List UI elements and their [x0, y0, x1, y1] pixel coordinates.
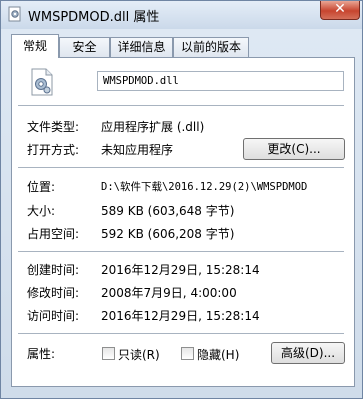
- dll-file-icon: [8, 6, 21, 22]
- created-label: 创建时间:: [27, 263, 80, 277]
- tab-details[interactable]: 详细信息: [110, 37, 173, 57]
- size-on-disk-label: 占用空间:: [27, 227, 80, 241]
- title-bar[interactable]: WMSPDMOD.dll 属性 ✕: [1, 1, 362, 29]
- size-label: 大小:: [27, 204, 56, 218]
- file-name-input[interactable]: [97, 71, 344, 91]
- separator: [18, 167, 344, 168]
- opens-with-value: 未知应用程序: [101, 143, 174, 157]
- attributes-label: 属性:: [27, 347, 56, 361]
- tab-general-label: 常规: [22, 39, 47, 53]
- hidden-checkbox[interactable]: [181, 347, 194, 360]
- advanced-button[interactable]: 高级(D)...: [271, 342, 345, 364]
- opens-with-label: 打开方式:: [27, 143, 80, 157]
- close-button[interactable]: ✕: [320, 1, 360, 20]
- change-button[interactable]: 更改(C)...: [243, 138, 345, 160]
- separator: [18, 333, 344, 334]
- separator: [18, 105, 344, 106]
- separator: [18, 251, 344, 252]
- tab-general[interactable]: 常规: [11, 34, 59, 58]
- tab-previous-versions-label: 以前的版本: [180, 40, 241, 54]
- size-on-disk-value: 592 KB (606,208 字节): [101, 227, 235, 241]
- properties-window: WMSPDMOD.dll 属性 ✕ 常规 安全 详细信息 以前的版本 文件类型:…: [0, 0, 363, 399]
- hidden-label[interactable]: 隐藏(H): [197, 346, 239, 363]
- tab-previous-versions[interactable]: 以前的版本: [173, 37, 249, 57]
- window-title: WMSPDMOD.dll 属性: [28, 10, 160, 25]
- readonly-checkbox[interactable]: [102, 347, 115, 360]
- close-icon: ✕: [334, 1, 346, 17]
- modified-label: 修改时间:: [27, 286, 80, 300]
- tab-details-label: 详细信息: [117, 40, 166, 54]
- location-label: 位置:: [27, 180, 56, 194]
- tab-security-label: 安全: [72, 40, 97, 54]
- tab-security[interactable]: 安全: [59, 37, 110, 57]
- file-type-value: 应用程序扩展 (.dll): [101, 120, 205, 134]
- general-panel: [11, 57, 355, 387]
- location-value: D:\软件下载\2016.12.29(2)\WMSPDMOD: [101, 181, 308, 193]
- file-type-label: 文件类型:: [27, 120, 80, 134]
- dll-file-icon: [31, 68, 53, 96]
- accessed-value: 2016年12月29日, 15:28:14: [101, 309, 260, 323]
- size-value: 589 KB (603,648 字节): [101, 204, 235, 218]
- readonly-label[interactable]: 只读(R): [118, 346, 160, 363]
- modified-value: 2008年7月9日, 4:00:00: [101, 286, 237, 300]
- created-value: 2016年12月29日, 15:28:14: [101, 263, 260, 277]
- accessed-label: 访问时间:: [27, 309, 80, 323]
